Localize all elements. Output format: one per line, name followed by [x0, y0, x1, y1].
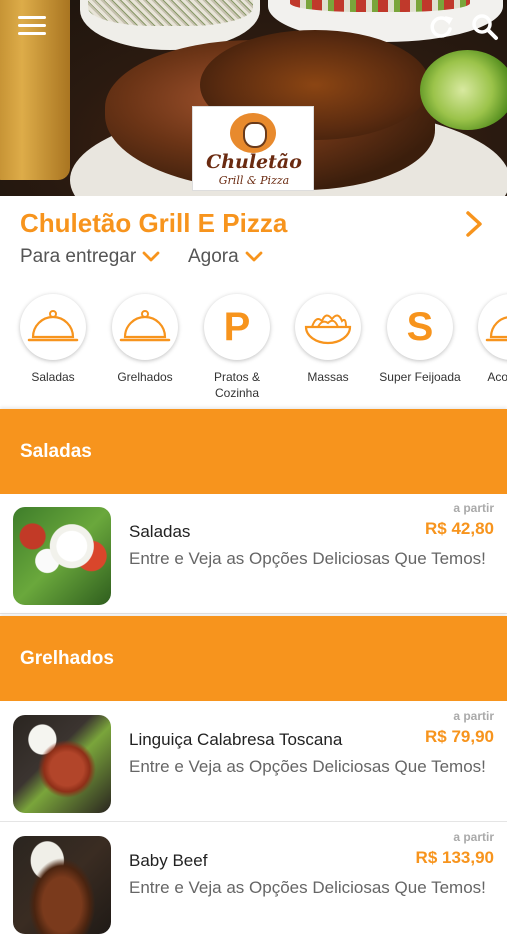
- restaurant-logo: Chuletão Grill & Pizza: [192, 106, 314, 191]
- delivery-mode-label: Para entregar: [20, 246, 137, 267]
- logo-name: Chuletão: [206, 151, 302, 173]
- product-image: [13, 836, 111, 934]
- lime-image: [420, 50, 507, 130]
- product-description: Entre e Veja as Opções Deliciosas Que Te…: [129, 878, 486, 897]
- product-price: R$ 42,80: [425, 519, 494, 538]
- search-icon[interactable]: [470, 12, 500, 42]
- product-item[interactable]: Saladas Entre e Veja as Opções Deliciosa…: [0, 494, 507, 614]
- time-select[interactable]: Agora: [188, 246, 263, 268]
- section-title: Saladas: [20, 441, 92, 462]
- letter-s-icon: S: [387, 294, 453, 360]
- category-letter: P: [223, 304, 251, 349]
- logo-subtitle: Grill & Pizza: [218, 174, 290, 187]
- product-image: [13, 715, 111, 813]
- section-header-grelhados: Grelhados: [0, 616, 507, 701]
- category-label: Saladas: [31, 370, 75, 384]
- chevron-down-icon: [245, 251, 263, 262]
- category-massas[interactable]: Massas: [282, 294, 374, 385]
- product-image: [13, 507, 111, 605]
- section-title: Grelhados: [20, 648, 114, 669]
- category-label: Pratos & Cozinha: [213, 370, 261, 400]
- category-acompanhamentos[interactable]: Acomp n: [465, 294, 507, 385]
- time-label: Agora: [188, 246, 239, 267]
- product-name: Linguiça Calabresa Toscana: [129, 730, 343, 749]
- price-from-label: a partir: [453, 501, 494, 515]
- cloche-icon: [112, 294, 178, 360]
- chef-emblem-icon: [230, 113, 276, 153]
- product-price: R$ 79,90: [425, 727, 494, 746]
- chevron-down-icon: [142, 251, 160, 262]
- product-name: Saladas: [129, 522, 191, 541]
- product-price: R$ 133,90: [415, 848, 494, 867]
- category-pratos-cozinha[interactable]: P Pratos & Cozinha: [191, 294, 283, 401]
- refresh-icon[interactable]: [426, 12, 456, 42]
- section-header-saladas: Saladas: [0, 409, 507, 494]
- category-saladas[interactable]: Saladas: [7, 294, 99, 385]
- product-item[interactable]: Baby Beef Entre e Veja as Opções Delicio…: [0, 823, 507, 943]
- menu-icon[interactable]: [18, 16, 46, 38]
- category-grelhados[interactable]: Grelhados: [99, 294, 191, 385]
- header-banner: Chuletão Grill & Pizza: [0, 0, 507, 196]
- category-label: Massas: [307, 370, 349, 384]
- letter-p-icon: P: [204, 294, 270, 360]
- product-description: Entre e Veja as Opções Deliciosas Que Te…: [129, 757, 486, 776]
- cloche-icon: [20, 294, 86, 360]
- category-carousel[interactable]: Saladas Grelhados P Pratos & Cozinha Mas…: [0, 290, 507, 408]
- product-name: Baby Beef: [129, 851, 208, 870]
- product-description: Entre e Veja as Opções Deliciosas Que Te…: [129, 549, 486, 568]
- price-from-label: a partir: [453, 709, 494, 723]
- category-letter: S: [406, 304, 434, 349]
- product-item[interactable]: Linguiça Calabresa Toscana Entre e Veja …: [0, 702, 507, 822]
- price-from-label: a partir: [453, 830, 494, 844]
- cloche-icon: [478, 294, 507, 360]
- category-super-feijoada[interactable]: S Super Feijoada: [374, 294, 466, 385]
- chevron-right-icon[interactable]: [462, 210, 486, 238]
- delivery-mode-select[interactable]: Para entregar: [20, 246, 160, 268]
- pasta-bowl-icon: [295, 294, 361, 360]
- category-label: Super Feijoada: [379, 370, 461, 384]
- store-name[interactable]: Chuletão Grill E Pizza: [20, 208, 287, 239]
- category-label: Grelhados: [117, 370, 173, 384]
- category-label: Acomp n: [487, 370, 507, 384]
